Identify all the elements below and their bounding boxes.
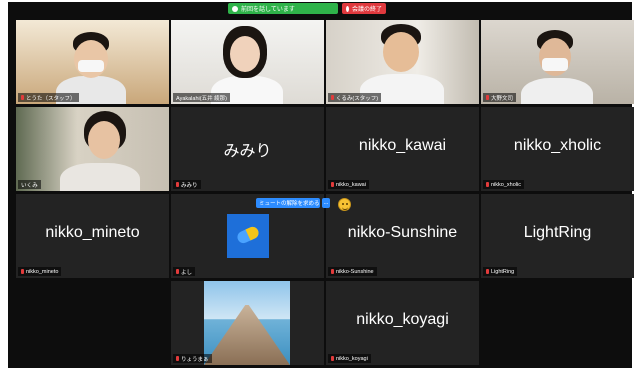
participant-name-label: Ayakalahi(五井 綾那) [173,93,230,102]
participant-name-label: くるみ(スタッフ) [328,93,382,102]
participant-name: いくみ [21,182,38,189]
participant-name-label: nikko_kawai [328,180,369,189]
top-status-strip: 前回を話しています 会議の終了 [8,2,632,16]
video-feed [326,20,479,104]
participant-name-label: LightRing [483,267,518,276]
ask-to-unmute-button[interactable]: ミュートの解除を求める [256,198,320,208]
more-options-button[interactable]: ... [322,198,330,208]
participant-name-label: 大野文司 [483,93,517,102]
participant-tile[interactable]: みみり みみり [171,107,324,191]
participant-tile[interactable]: nikko_mineto nikko_mineto [16,194,169,278]
mic-muted-icon [176,356,179,361]
video-feed [481,20,634,104]
mic-muted-icon [21,95,24,100]
end-meeting-button[interactable]: 会議の終了 [342,3,386,14]
participant-display-name: nikko_koyagi [356,311,449,328]
participant-name-label: nikko_xholic [483,180,524,189]
participant-name: nikko_kawai [336,181,366,188]
participant-name: nikko_xholic [491,181,521,188]
participant-name: よし [181,269,193,276]
participant-tile[interactable]: nikko_koyagi nikko_koyagi [326,281,479,365]
participant-tile[interactable]: 大野文司 [481,20,634,104]
participant-name-label: とうた（スタッフ） [18,93,79,102]
close-icon [346,5,349,12]
participant-tile-active-speaker[interactable]: いくみ [16,107,169,191]
participant-name-label: nikko-Sunshine [328,267,377,276]
end-meeting-label: 会議の終了 [351,7,382,13]
participant-name: LightRing [491,268,515,275]
zoom-gallery-window: 前回を話しています 会議の終了 とうた（スタッフ） Ayakalahi(五井 綾… [8,2,634,368]
mic-muted-icon [486,269,489,274]
participant-display-name: nikko-Sunshine [347,224,458,241]
participant-name: 大野文司 [491,95,514,102]
participant-tile[interactable]: Ayakalahi(五井 綾那) [171,20,324,104]
participant-tile[interactable]: くるみ(スタッフ) [326,20,479,104]
mic-muted-icon [331,356,334,361]
participant-name: とうた（スタッフ） [26,95,76,102]
participant-display-name: みみり [223,143,272,160]
mic-muted-icon [21,269,24,274]
participant-tile[interactable]: とうた（スタッフ） [16,20,169,104]
participant-display-name: nikko_kawai [358,137,447,154]
participant-name-label: よし [173,267,196,276]
participant-display-name: LightRing [523,224,592,241]
participant-name: くるみ(スタッフ) [336,95,379,102]
participant-name-label: nikko_mineto [18,267,62,276]
participant-name: Ayakalahi(五井 綾那) [176,95,227,102]
smile-emoji-icon [338,198,351,211]
participant-name: nikko-Sunshine [336,268,374,275]
mic-muted-icon [486,95,489,100]
mic-muted-icon [331,95,334,100]
mic-muted-icon [176,182,179,187]
participant-name: みみり [181,182,198,189]
mic-muted-icon [331,269,334,274]
participant-tile[interactable]: LightRing LightRing [481,194,634,278]
participant-tile[interactable]: nikko_xholic nikko_xholic [481,107,634,191]
participant-tile[interactable]: nikko_kawai nikko_kawai [326,107,479,191]
participant-name-label: いくみ [18,180,41,189]
profile-picture-app-icon [227,214,269,258]
profile-picture-pier [204,281,290,365]
mic-muted-icon [486,182,489,187]
microphone-icon [232,5,238,12]
participant-name: nikko_mineto [26,268,59,275]
participant-name-label: りょうまぁ [173,354,212,363]
video-feed [16,20,169,104]
mic-muted-icon [176,269,179,274]
participant-name: りょうまぁ [181,356,209,363]
talking-label: 前回を話しています [241,7,295,13]
video-feed [171,20,324,104]
video-feed [16,107,169,191]
participant-name: nikko_koyagi [336,355,368,362]
participant-display-name: nikko_mineto [45,224,140,241]
participant-name-label: みみり [173,180,201,189]
participant-display-name: nikko_xholic [513,137,602,154]
participant-tile[interactable]: りょうまぁ [171,281,324,365]
talking-indicator[interactable]: 前回を話しています [228,3,338,14]
participant-name-label: nikko_koyagi [328,354,371,363]
mic-muted-icon [331,182,334,187]
